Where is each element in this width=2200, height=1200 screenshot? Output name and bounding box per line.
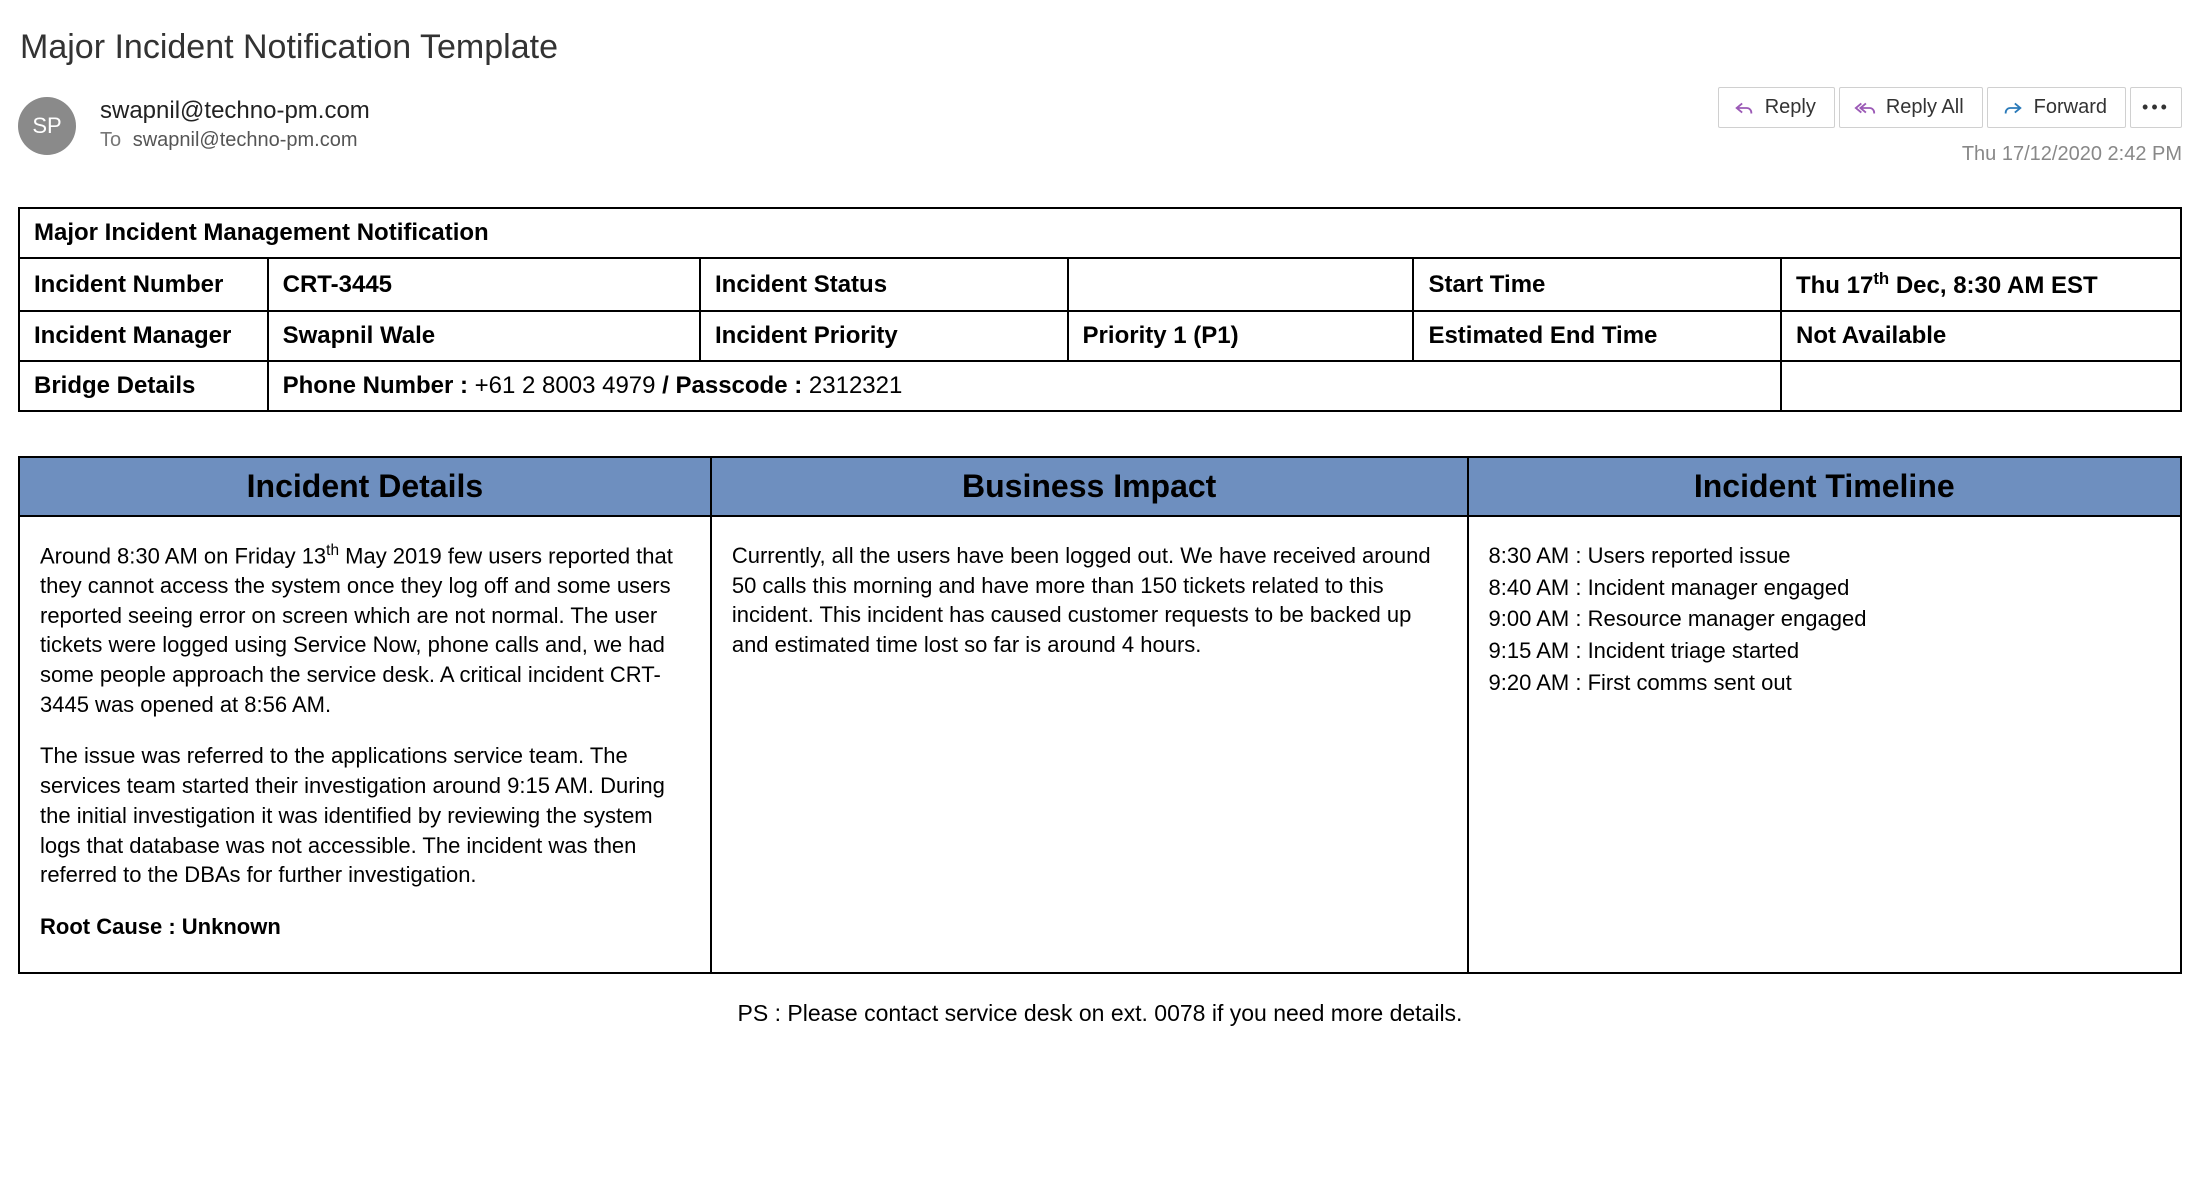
forward-button[interactable]: Forward xyxy=(1987,87,2126,128)
section-heading-impact: Business Impact xyxy=(711,457,1468,516)
more-actions-button[interactable]: ••• xyxy=(2130,87,2182,128)
bridge-details-value: Phone Number : +61 2 8003 4979 / Passcod… xyxy=(268,361,1781,411)
forward-icon xyxy=(2002,97,2024,119)
reply-all-label: Reply All xyxy=(1886,96,1964,119)
to-line: To swapnil@techno-pm.com xyxy=(100,129,2182,152)
bridge-details-label: Bridge Details xyxy=(19,361,268,411)
forward-label: Forward xyxy=(2034,96,2107,119)
reply-label: Reply xyxy=(1765,96,1816,119)
incident-timeline-cell: 8:30 AM : Users reported issue 8:40 AM :… xyxy=(1468,516,2181,973)
reply-icon xyxy=(1733,97,1755,119)
incident-priority-value: Priority 1 (P1) xyxy=(1068,311,1414,361)
ellipsis-icon: ••• xyxy=(2145,97,2167,119)
email-header: SP swapnil@techno-pm.com To swapnil@tech… xyxy=(18,91,2182,155)
root-cause: Root Cause : Unknown xyxy=(40,912,690,942)
section-heading-timeline: Incident Timeline xyxy=(1468,457,2181,516)
bridge-details-empty xyxy=(1781,361,2181,411)
reply-all-icon xyxy=(1854,97,1876,119)
start-time-value: Thu 17th Dec, 8:30 AM EST xyxy=(1781,258,2181,311)
est-end-time-label: Estimated End Time xyxy=(1413,311,1781,361)
incident-sections-table: Incident Details Business Impact Inciden… xyxy=(18,456,2182,974)
start-time-label: Start Time xyxy=(1413,258,1781,311)
to-label: To xyxy=(100,129,121,151)
incident-number-value: CRT-3445 xyxy=(268,258,700,311)
timeline-entry: 9:00 AM : Resource manager engaged xyxy=(1489,604,2160,634)
incident-manager-label: Incident Manager xyxy=(19,311,268,361)
incident-summary-table: Major Incident Management Notification I… xyxy=(18,207,2182,412)
incident-manager-value: Swapnil Wale xyxy=(268,311,700,361)
incident-details-cell: Around 8:30 AM on Friday 13th May 2019 f… xyxy=(19,516,711,973)
incident-status-value: OPEN xyxy=(1068,258,1414,311)
email-timestamp: Thu 17/12/2020 2:42 PM xyxy=(1962,143,2182,166)
timeline-entry: 8:30 AM : Users reported issue xyxy=(1489,541,2160,571)
business-impact-cell: Currently, all the users have been logge… xyxy=(711,516,1468,973)
avatar: SP xyxy=(18,97,76,155)
table-title: Major Incident Management Notification xyxy=(19,208,2181,258)
incident-priority-label: Incident Priority xyxy=(700,311,1068,361)
timeline-entry: 9:15 AM : Incident triage started xyxy=(1489,636,2160,666)
actions-toolbar: Reply Reply All Forward ••• xyxy=(1718,87,2182,128)
incident-number-label: Incident Number xyxy=(19,258,268,311)
reply-all-button[interactable]: Reply All xyxy=(1839,87,1983,128)
timeline-entry: 9:20 AM : First comms sent out xyxy=(1489,668,2160,698)
timeline-entry: 8:40 AM : Incident manager engaged xyxy=(1489,573,2160,603)
postscript: PS : Please contact service desk on ext.… xyxy=(18,1000,2182,1027)
to-address: swapnil@techno-pm.com xyxy=(133,129,358,151)
email-subject: Major Incident Notification Template xyxy=(18,0,2182,67)
incident-status-label: Incident Status xyxy=(700,258,1068,311)
reply-button[interactable]: Reply xyxy=(1718,87,1835,128)
section-heading-details: Incident Details xyxy=(19,457,711,516)
est-end-time-value: Not Available xyxy=(1781,311,2181,361)
